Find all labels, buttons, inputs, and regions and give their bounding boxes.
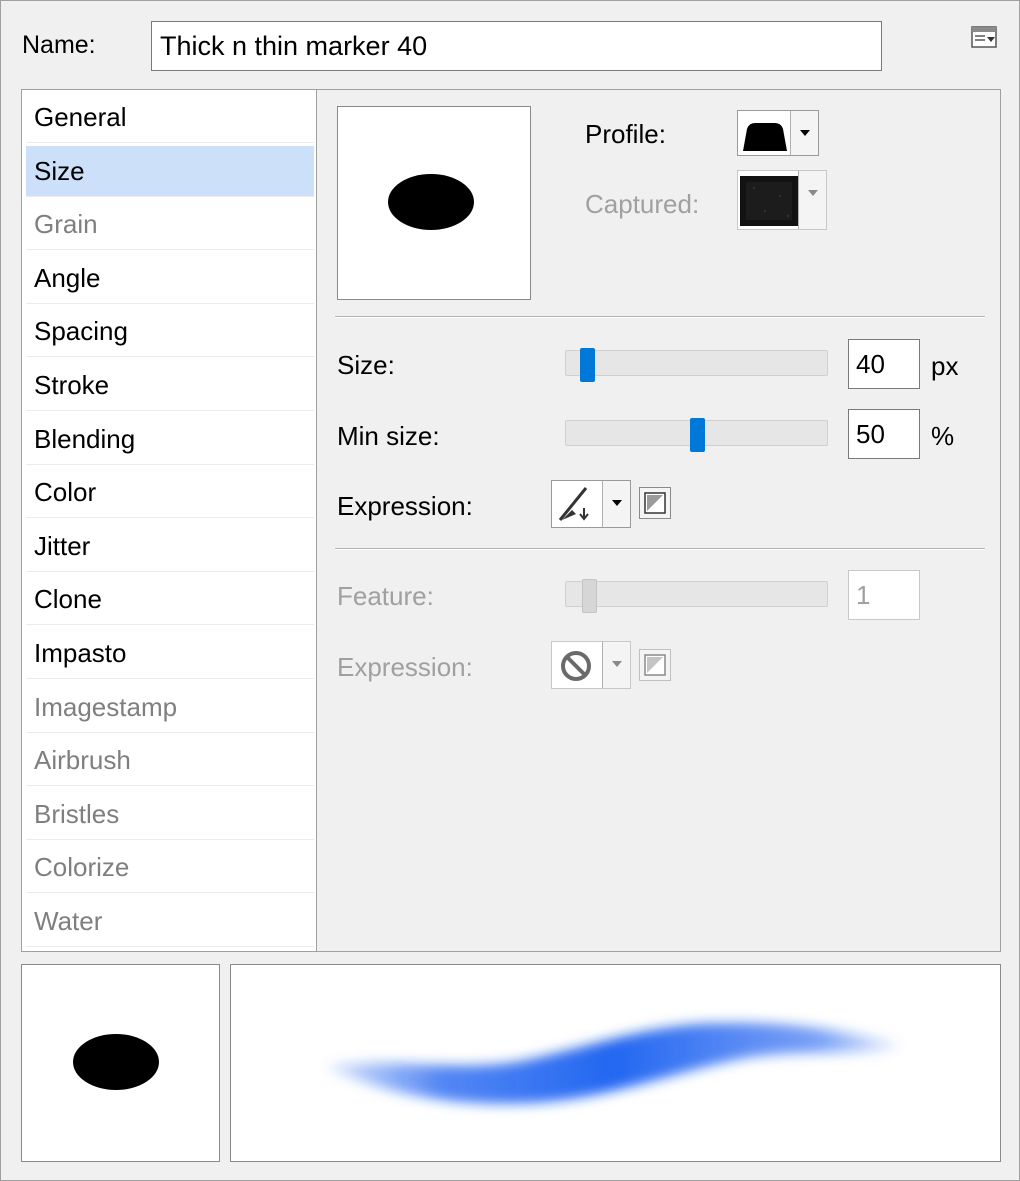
size-label: Size: <box>337 350 395 380</box>
profile-label: Profile: <box>585 119 666 149</box>
captured-dropdown[interactable] <box>737 170 827 230</box>
panel-menu-icon <box>971 26 997 48</box>
category-item-impasto[interactable]: Impasto <box>26 628 314 679</box>
profile-shape-icon <box>741 115 789 153</box>
category-item-stroke[interactable]: Stroke <box>26 360 314 411</box>
category-item-spacing[interactable]: Spacing <box>26 306 314 358</box>
nib-preview <box>21 964 220 1162</box>
captured-texture-icon <box>740 176 798 226</box>
chevron-down-icon <box>602 481 630 527</box>
category-item-clone[interactable]: Clone <box>26 574 314 626</box>
min-size-value-field[interactable] <box>848 409 920 459</box>
category-item-airbrush[interactable]: Airbrush <box>26 735 314 787</box>
dab-shape <box>388 174 474 230</box>
divider <box>335 316 985 318</box>
divider <box>335 548 985 550</box>
feature-expression-invert-toggle[interactable] <box>639 649 671 681</box>
stroke-preview <box>230 964 1001 1162</box>
size-settings-panel: Profile: Captured: Size: 40 px Min size:… <box>317 89 1001 952</box>
size-slider[interactable] <box>565 348 828 382</box>
category-item-water[interactable]: Water <box>26 896 314 947</box>
size-slider-thumb[interactable] <box>579 348 595 382</box>
category-item-size[interactable]: Size <box>26 145 314 197</box>
min-size-slider[interactable] <box>565 418 828 452</box>
dab-preview <box>337 106 531 300</box>
nib-shape <box>73 1034 159 1090</box>
min-size-unit: % <box>931 421 955 451</box>
category-item-imagestamp[interactable]: Imagestamp <box>26 682 314 733</box>
min-size-slider-thumb[interactable] <box>689 418 705 452</box>
category-item-angle[interactable]: Angle <box>26 253 314 304</box>
variant-name-input[interactable] <box>151 21 882 71</box>
invert-toggle-icon <box>644 654 666 676</box>
feature-slider-track <box>565 581 828 607</box>
size-slider-track <box>565 350 828 376</box>
category-item-colorize[interactable]: Colorize <box>26 842 314 894</box>
feature-expression-label: Expression: <box>337 652 473 682</box>
expression-dropdown[interactable] <box>551 480 631 528</box>
category-item-jitter[interactable]: Jitter <box>26 521 314 572</box>
stroke-preview-brushstroke <box>326 1022 901 1104</box>
min-size-label: Min size: <box>337 421 440 451</box>
feature-slider[interactable] <box>565 579 828 613</box>
name-label: Name: <box>22 31 96 59</box>
feature-value-field[interactable] <box>848 570 920 620</box>
profile-dropdown[interactable] <box>737 110 819 156</box>
pen-pressure-icon <box>558 487 589 521</box>
captured-label: Captured: <box>585 189 700 219</box>
category-list: General Size Grain Angle Spacing Stroke Blendi… <box>21 89 317 952</box>
category-item-bristles[interactable]: Bristles <box>26 789 314 840</box>
expression-label: Expression: <box>337 491 473 521</box>
chevron-down-icon <box>790 111 818 155</box>
chevron-down-icon <box>798 171 826 229</box>
feature-slider-thumb[interactable] <box>582 579 598 613</box>
invert-toggle-icon <box>644 492 666 514</box>
feature-label: Feature: <box>337 581 434 611</box>
feature-expression-dropdown[interactable] <box>551 641 631 689</box>
category-item-blending[interactable]: Blending <box>26 414 314 465</box>
size-value-field[interactable] <box>848 339 920 389</box>
brush-variant-settings-window: Name: GeneralSizeGrainAngleSpacingStroke… <box>0 0 1020 1181</box>
category-item-general[interactable]: General <box>26 92 314 143</box>
none-circle-icon <box>561 651 591 681</box>
panel-menu-button[interactable] <box>969 23 999 53</box>
size-unit: px <box>931 351 959 381</box>
expression-invert-toggle[interactable] <box>639 487 671 519</box>
category-item-color[interactable]: Color <box>26 467 314 519</box>
chevron-down-icon <box>602 642 630 688</box>
category-item-grain[interactable]: Grain <box>26 199 314 251</box>
